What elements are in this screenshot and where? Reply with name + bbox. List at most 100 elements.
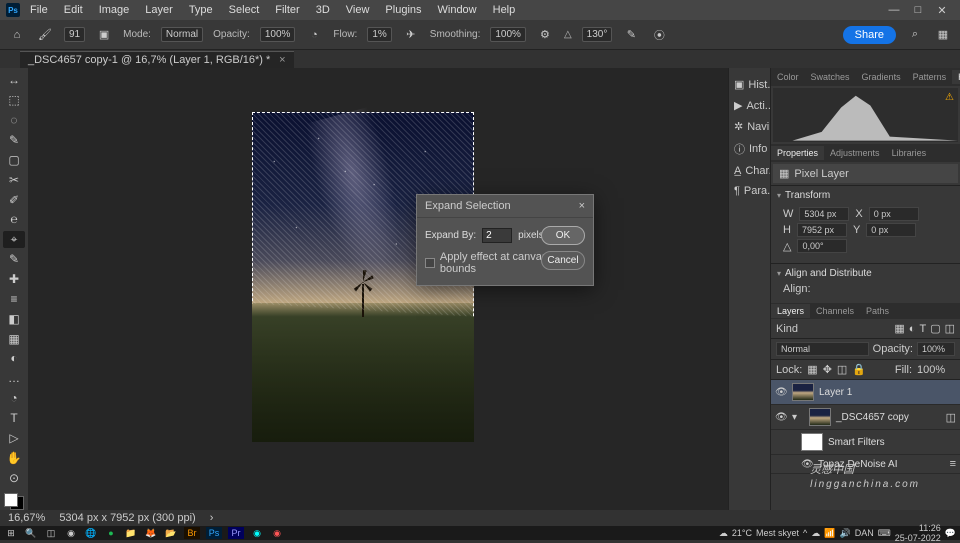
tool-more[interactable]: ⊙ — [3, 469, 25, 486]
tab-swatches[interactable]: Swatches — [805, 70, 856, 84]
tab-properties[interactable]: Properties — [771, 146, 824, 160]
opacity-input[interactable]: 100% — [260, 27, 296, 42]
tray-lang[interactable]: DAN — [855, 528, 874, 538]
tab-paths[interactable]: Paths — [860, 304, 895, 318]
menu-select[interactable]: Select — [223, 2, 266, 18]
tool-zoom[interactable]: ✋ — [3, 449, 25, 466]
edge-icon[interactable]: 🌐 — [84, 527, 98, 539]
tab-adjustments[interactable]: Adjustments — [824, 146, 886, 160]
filter-mask-thumbnail[interactable] — [801, 433, 823, 451]
airbrush-icon[interactable]: ✈ — [402, 26, 420, 44]
menu-3d[interactable]: 3D — [310, 2, 336, 18]
share-button[interactable]: Share — [843, 26, 896, 44]
tool-lasso[interactable]: ◌ — [3, 112, 25, 129]
visibility-icon[interactable]: 👁 — [775, 412, 787, 423]
weather-cond[interactable]: Mest skyet — [756, 528, 799, 538]
tray-time[interactable]: 11:26 — [919, 523, 941, 533]
menu-edit[interactable]: Edit — [58, 2, 89, 18]
menu-image[interactable]: Image — [93, 2, 136, 18]
tab-patterns[interactable]: Patterns — [907, 70, 953, 84]
window-maximize[interactable]: □ — [912, 4, 924, 17]
tool-frame[interactable]: ✂ — [3, 171, 25, 188]
app-icon-2[interactable]: ◉ — [270, 527, 284, 539]
brush-preset-icon[interactable]: 🖌 — [36, 26, 54, 44]
tab-close-icon[interactable]: × — [279, 54, 285, 66]
tab-libraries[interactable]: Libraries — [886, 146, 933, 160]
blend-mode-layer[interactable]: Normal — [776, 342, 869, 356]
layer-name[interactable]: Layer 1 — [819, 387, 956, 398]
filter-edit-icon[interactable]: ≡ — [950, 458, 956, 470]
search-icon[interactable]: ⌕ — [906, 26, 924, 44]
tray-date[interactable]: 25-07-2022 — [895, 533, 941, 543]
filter-smart-icon[interactable]: ◫ — [945, 322, 955, 335]
home-icon[interactable]: ⌂ — [8, 26, 26, 44]
tab-color[interactable]: Color — [771, 70, 805, 84]
tool-marquee[interactable]: ⬚ — [3, 92, 25, 109]
cancel-button[interactable]: Cancel — [541, 251, 585, 270]
weather-icon[interactable]: ☁ — [719, 528, 728, 539]
ok-button[interactable]: OK — [541, 226, 585, 245]
panel-actions[interactable]: ▶Acti... — [729, 95, 770, 116]
spotify-icon[interactable]: ● — [104, 527, 118, 539]
tool-gradient[interactable]: ◧ — [3, 310, 25, 327]
bridge-icon[interactable]: Br — [184, 527, 200, 539]
search-taskbar-icon[interactable]: 🔍 — [24, 527, 38, 539]
menu-filter[interactable]: Filter — [269, 2, 305, 18]
expand-by-input[interactable]: 2 — [482, 228, 512, 243]
smart-filters-row[interactable]: Smart Filters — [771, 430, 960, 455]
canvas-bounds-checkbox[interactable] — [425, 258, 435, 268]
weather-temp[interactable]: 21°C — [732, 528, 752, 538]
tray-wifi-icon[interactable]: 📶 — [824, 528, 835, 539]
canvas-area[interactable]: Expand Selection × OK Cancel Expand By: … — [28, 68, 728, 510]
tool-crop[interactable]: ▢ — [3, 151, 25, 168]
transform-header[interactable]: Transform — [777, 190, 954, 201]
zoom-level[interactable]: 16,67% — [8, 512, 45, 524]
tray-chevron-icon[interactable]: ^ — [803, 528, 807, 538]
layer-opacity-input[interactable]: 100% — [917, 342, 955, 356]
angle-prop-input[interactable]: 0,00° — [797, 239, 847, 253]
panel-histogram[interactable]: ▣Hist... — [729, 74, 770, 95]
x-input[interactable]: 0 px — [869, 207, 919, 221]
filter-type-icon[interactable]: T — [919, 323, 926, 335]
tool-move[interactable]: ↔ — [3, 72, 25, 89]
pressure-opacity-icon[interactable]: ◔ — [305, 26, 323, 44]
menu-plugins[interactable]: Plugins — [379, 2, 427, 18]
tab-channels[interactable]: Channels — [810, 304, 860, 318]
tab-layers[interactable]: Layers — [771, 304, 810, 318]
width-input[interactable]: 5304 px — [799, 207, 849, 221]
premiere-icon[interactable]: Pr — [228, 527, 244, 539]
filter-pixel-icon[interactable]: ▦ — [894, 322, 904, 335]
brush-panel-icon[interactable]: ▣ — [95, 26, 113, 44]
lock-position-icon[interactable]: ✥ — [823, 363, 832, 376]
visibility-icon[interactable]: 👁 — [775, 387, 787, 398]
tool-eyedrop[interactable]: ✐ — [3, 191, 25, 208]
smoothing-input[interactable]: 100% — [490, 27, 526, 42]
tool-stamp[interactable]: ✎ — [3, 251, 25, 268]
lock-artboard-icon[interactable]: ◫ — [837, 363, 847, 376]
lock-all-icon[interactable]: 🔒 — [852, 363, 866, 376]
expand-icon[interactable]: ▾ — [792, 412, 804, 423]
window-minimize[interactable]: — — [888, 4, 900, 17]
tray-keyboard-icon[interactable]: ⌨ — [878, 528, 891, 539]
tool-blur[interactable]: ▦ — [3, 330, 25, 347]
color-swatch[interactable] — [4, 493, 24, 510]
symmetry-icon[interactable]: ⦿ — [650, 26, 668, 44]
firefox-icon[interactable]: 🦊 — [144, 527, 158, 539]
menu-view[interactable]: View — [340, 2, 376, 18]
folder-icon[interactable]: 📁 — [124, 527, 138, 539]
menu-file[interactable]: File — [24, 2, 54, 18]
menu-layer[interactable]: Layer — [139, 2, 179, 18]
menu-window[interactable]: Window — [432, 2, 483, 18]
panel-navigator[interactable]: ✲Navi... — [729, 116, 770, 137]
taskview-icon[interactable]: ◫ — [44, 527, 58, 539]
tool-heal[interactable]: ℮ — [3, 211, 25, 228]
tool-hand[interactable]: ▷ — [3, 429, 25, 446]
layer-row[interactable]: 👁 Layer 1 — [771, 380, 960, 405]
height-input[interactable]: 7952 px — [797, 223, 847, 237]
tab-histogram[interactable]: Histogram — [952, 70, 960, 84]
cache-warning-icon[interactable]: ⚠ — [945, 92, 954, 103]
app-icon-1[interactable]: ◉ — [250, 527, 264, 539]
filter-shape-icon[interactable]: ▢ — [930, 322, 940, 335]
tool-dodge[interactable]: ◐ — [3, 350, 25, 367]
explorer-icon[interactable]: 📂 — [164, 527, 178, 539]
